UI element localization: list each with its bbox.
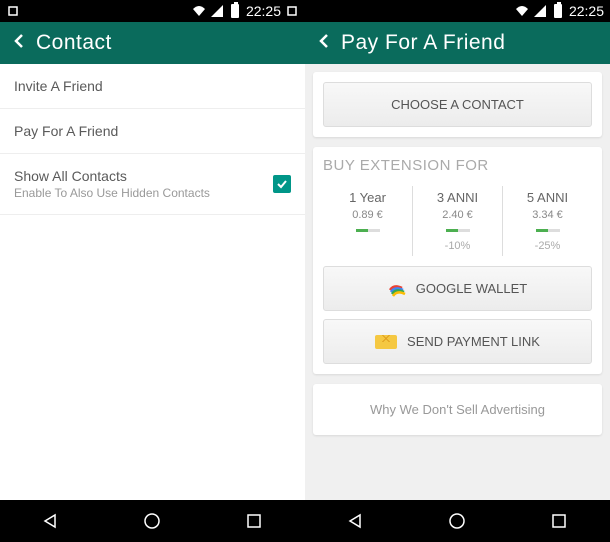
send-payment-link-button[interactable]: SEND PAYMENT LINK [323, 319, 592, 364]
buy-extension-card: BUY EXTENSION FOR 1 Year 0.89 € 3 ANNI 2… [313, 147, 602, 374]
nav-back-button[interactable] [40, 510, 62, 532]
option-price: 3.34 € [532, 209, 563, 221]
status-bar: 22:25 [0, 0, 305, 22]
pay-for-friend-item[interactable]: Pay For A Friend [0, 109, 305, 154]
item-label: Pay For A Friend [14, 123, 118, 139]
back-button[interactable] [315, 32, 333, 55]
option-discount: -25% [535, 240, 561, 252]
battery-icon [228, 4, 242, 18]
option-5-anni[interactable]: 5 ANNI 3.34 € -25% [503, 186, 592, 256]
item-sublabel: Enable To Also Use Hidden Contacts [14, 186, 210, 200]
back-button[interactable] [10, 32, 28, 55]
nav-recent-button[interactable] [548, 510, 570, 532]
option-discount: -10% [445, 240, 471, 252]
nav-back-button[interactable] [345, 510, 367, 532]
header: Pay For A Friend [305, 22, 610, 64]
item-label: Invite A Friend [14, 78, 103, 94]
mail-icon [375, 335, 397, 349]
google-wallet-button[interactable]: GOOGLE WALLET [323, 266, 592, 311]
header-title: Contact [36, 31, 112, 55]
option-price: 2.40 € [442, 209, 473, 221]
choose-contact-button[interactable]: CHOOSE A CONTACT [323, 82, 592, 127]
option-price: 0.89 € [352, 209, 383, 221]
option-title: 1 Year [349, 190, 386, 205]
left-phone: 22:25 Contact Invite A Friend Pay For A … [0, 0, 305, 542]
option-bar [536, 229, 560, 232]
option-bar [446, 229, 470, 232]
status-time: 22:25 [569, 3, 604, 19]
button-label: SEND PAYMENT LINK [407, 334, 540, 349]
invite-friend-item[interactable]: Invite A Friend [0, 64, 305, 109]
header-title: Pay For A Friend [341, 31, 505, 55]
button-label: GOOGLE WALLET [416, 281, 528, 296]
nav-recent-button[interactable] [243, 510, 265, 532]
options-row: 1 Year 0.89 € 3 ANNI 2.40 € -10% 5 ANNI … [323, 186, 592, 256]
option-title: 3 ANNI [437, 190, 478, 205]
advertising-link[interactable]: Why We Don't Sell Advertising [323, 394, 592, 425]
right-phone: 22:25 Pay For A Friend CHOOSE A CONTACT … [305, 0, 610, 542]
choose-contact-card: CHOOSE A CONTACT [313, 72, 602, 137]
content-area: CHOOSE A CONTACT BUY EXTENSION FOR 1 Yea… [305, 64, 610, 500]
section-title: BUY EXTENSION FOR [323, 157, 592, 174]
nav-bar [305, 500, 610, 542]
nav-bar [0, 500, 305, 542]
header: Contact [0, 22, 305, 64]
screenshot-icon [6, 4, 20, 18]
wifi-icon [515, 4, 529, 18]
advertising-card: Why We Don't Sell Advertising [313, 384, 602, 435]
signal-icon [210, 4, 224, 18]
nav-home-button[interactable] [141, 510, 163, 532]
item-label: Show All Contacts [14, 168, 210, 184]
screenshot-icon-2 [285, 4, 299, 18]
nav-home-button[interactable] [446, 510, 468, 532]
option-1-year[interactable]: 1 Year 0.89 € [323, 186, 413, 256]
status-bar: 22:25 [305, 0, 610, 22]
show-contacts-checkbox[interactable] [273, 175, 291, 193]
show-all-contacts-item[interactable]: Show All Contacts Enable To Also Use Hid… [0, 154, 305, 215]
status-time: 22:25 [246, 3, 281, 19]
battery-icon [551, 4, 565, 18]
option-bar [356, 229, 380, 232]
signal-icon [533, 4, 547, 18]
wifi-icon [192, 4, 206, 18]
wallet-icon [388, 282, 406, 296]
content-area: Invite A Friend Pay For A Friend Show Al… [0, 64, 305, 500]
option-3-anni[interactable]: 3 ANNI 2.40 € -10% [413, 186, 503, 256]
option-title: 5 ANNI [527, 190, 568, 205]
